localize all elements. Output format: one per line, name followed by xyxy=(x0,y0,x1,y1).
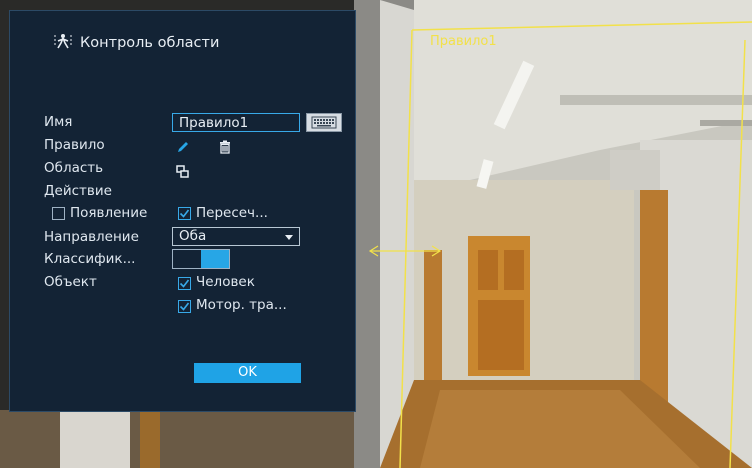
intrusion-person-icon xyxy=(54,33,72,53)
name-input[interactable]: Правило1 xyxy=(172,113,300,132)
check-icon xyxy=(179,279,190,288)
area-label: Область xyxy=(44,160,104,176)
keyboard-button[interactable] xyxy=(306,113,342,132)
direction-select-value: Оба xyxy=(179,228,207,244)
keyboard-icon xyxy=(311,116,337,129)
check-icon xyxy=(179,302,190,311)
appearance-checkbox-label: Появление xyxy=(70,205,148,221)
direction-select[interactable]: Оба xyxy=(172,227,300,246)
classification-label: Классифик... xyxy=(44,251,136,267)
check-icon xyxy=(179,209,190,218)
area-control-panel: Контроль области Имя Правило1 Правило Об… xyxy=(9,10,356,412)
chevron-down-icon xyxy=(285,235,293,240)
rule-label: Правило xyxy=(44,137,105,153)
panel-title: Контроль области xyxy=(54,33,219,53)
appearance-checkbox[interactable] xyxy=(52,207,65,220)
panel-title-text: Контроль области xyxy=(80,35,220,51)
crossing-checkbox[interactable] xyxy=(178,207,191,220)
rule-overlay-label: Правило1 xyxy=(430,34,497,49)
classification-toggle[interactable] xyxy=(172,249,230,269)
motor-vehicle-checkbox-label: Мотор. тра... xyxy=(196,297,287,313)
crossing-checkbox-label: Пересеч... xyxy=(196,205,268,221)
pencil-edit-icon[interactable] xyxy=(176,139,190,158)
name-label: Имя xyxy=(44,114,73,130)
human-checkbox-label: Человек xyxy=(196,274,255,290)
object-label: Объект xyxy=(44,274,97,290)
action-label: Действие xyxy=(44,183,112,199)
trash-delete-icon[interactable] xyxy=(218,139,232,158)
toggle-knob xyxy=(201,250,229,268)
human-checkbox[interactable] xyxy=(178,277,191,290)
ok-button[interactable]: OK xyxy=(194,363,301,383)
draw-area-icon[interactable] xyxy=(176,163,190,182)
motor-vehicle-checkbox[interactable] xyxy=(178,300,191,313)
direction-label: Направление xyxy=(44,229,139,245)
